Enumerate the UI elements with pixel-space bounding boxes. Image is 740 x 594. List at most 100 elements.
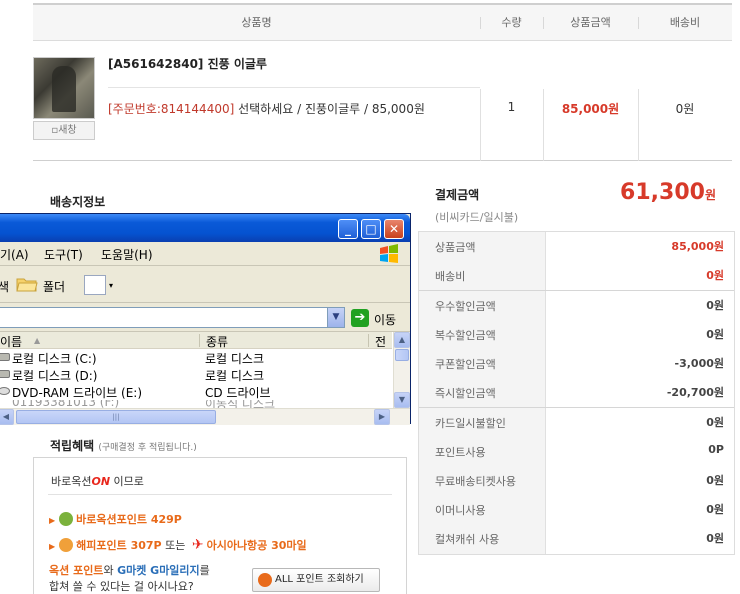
rewards-title-text: 적립혜택 [50, 439, 95, 453]
shipping-info-title: 배송지정보 [50, 195, 106, 209]
breakdown-row: 복수할인금액 0원 [419, 320, 734, 349]
product-thumbnail[interactable] [33, 57, 95, 119]
chevron-down-icon[interactable]: ▼ [327, 308, 344, 327]
brand-on: ON [91, 475, 111, 488]
explorer-window[interactable]: _ □ ✕ 기(A) 도구(T) 도움말(H) 색 폴더 ▾ ▼ ➔ 이동 이름… [0, 213, 411, 425]
asiana-miles: 아시아나항공 30마일 [206, 539, 307, 552]
scroll-up-icon[interactable]: ▲ [394, 332, 410, 348]
go-arrow-icon[interactable]: ➔ [351, 309, 369, 327]
scroll-left-icon[interactable]: ◀ [0, 409, 14, 425]
go-button[interactable]: 이동 [374, 311, 396, 328]
dvd-icon [0, 387, 10, 395]
row-label: 무료배송티켓사용 [435, 475, 516, 488]
row-value: 0원 [706, 416, 724, 429]
item-type: 로컬 디스크 [205, 369, 265, 383]
divider [108, 87, 480, 88]
order-table: 상품명 수량 상품금액 배송비 ▫새창 [A561642840] 진풍 이글루 … [33, 3, 732, 161]
view-grid-icon[interactable] [84, 275, 106, 295]
minimize-button[interactable]: _ [338, 219, 358, 239]
divider [368, 334, 369, 347]
points-note: 옥션 포인트와 G마켓 G마일리지를 합쳐 쓸 수 있다는 걸 아시나요? [49, 563, 210, 594]
airplane-icon: ✈ [191, 537, 204, 553]
chevron-down-icon[interactable]: ▾ [109, 281, 113, 290]
row-value: -20,700원 [666, 386, 724, 399]
payment-method: (비씨카드/일시불) [435, 211, 519, 224]
note-auction: 옥션 포인트 [49, 564, 104, 577]
row-value: 0원 [706, 299, 724, 312]
table-header: 상품명 수량 상품금액 배송비 [33, 5, 732, 41]
vertical-scrollbar[interactable]: ▲ ▼ [393, 332, 410, 408]
list-item[interactable]: DVD-RAM 드라이브 (E:) CD 드라이브 [0, 383, 392, 400]
divider [48, 494, 392, 495]
breakdown-row: 이머니사용 0원 [419, 495, 734, 524]
product-name[interactable]: [A561642840] 진풍 이글루 [108, 55, 267, 72]
table-row: ▫새창 [A561642840] 진풍 이글루 [주문번호:814144400]… [33, 41, 732, 161]
maximize-button[interactable]: □ [361, 219, 381, 239]
file-list: 이름 ▲ 종류 전 로컬 디스크 (C:) 로컬 디스크 로컬 디스크 (D:) 로… [0, 332, 410, 425]
scroll-right-icon[interactable]: ▶ [374, 409, 390, 425]
item-type: 로컬 디스크 [205, 352, 265, 366]
total-unit: 원 [704, 188, 716, 202]
item-name: DVD-RAM 드라이브 (E:) [12, 386, 143, 400]
reward-points: 바로옥션포인트 429P [76, 513, 182, 526]
breakdown-row: 즉시할인금액 -20,700원 [419, 378, 734, 407]
windows-logo-icon [380, 244, 398, 263]
order-info: [주문번호:814144400] 선택하세요 / 진풍이글루 / 85,000원 [108, 100, 425, 117]
item-type: 이동식 디스크 [205, 400, 276, 408]
payment-total: 61,300원 [620, 180, 716, 205]
col-quantity: 수량 [501, 16, 522, 29]
bullet-icon: ▶ [49, 516, 56, 525]
note-line2: 합쳐 쓸 수 있다는 걸 아시나요? [49, 580, 194, 593]
bullet-icon: ▶ [49, 542, 56, 551]
row-label: 이머니사용 [435, 504, 486, 517]
menu-bar: 기(A) 도구(T) 도움말(H) [0, 242, 410, 266]
item-type: CD 드라이브 [205, 386, 271, 400]
window-titlebar[interactable]: _ □ ✕ [0, 214, 410, 242]
reward-line-points: ▶ 바로옥션포인트 429P [49, 511, 182, 527]
menu-favorites[interactable]: 기(A) [0, 246, 29, 263]
all-points-button[interactable]: ALL 포인트 조회하기 [252, 568, 380, 592]
folder-icon[interactable] [16, 275, 38, 293]
horizontal-scrollbar[interactable]: ◀ ||| ▶ [0, 408, 410, 425]
toolbar: 색 폴더 ▾ [0, 267, 410, 303]
row-value: 0원 [706, 269, 724, 282]
menu-help[interactable]: 도움말(H) [101, 246, 153, 263]
drive-icon [0, 353, 10, 361]
row-label: 카드일시불할인 [435, 417, 506, 430]
row-label: 우수할인금액 [435, 300, 496, 313]
row-value: -3,000원 [674, 357, 724, 370]
folders-button[interactable]: 폴더 [43, 278, 65, 295]
col-type[interactable]: 종류 [206, 333, 228, 350]
acorn-icon [59, 512, 74, 526]
row-value: 0원 [706, 474, 724, 487]
note-and: 와 [103, 564, 118, 577]
breakdown-row: 무료배송티켓사용 0원 [419, 466, 734, 495]
scroll-thumb[interactable]: ||| [16, 410, 216, 424]
menu-tools[interactable]: 도구(T) [44, 246, 83, 263]
list-item[interactable]: 로컬 디스크 (C:) 로컬 디스크 [0, 349, 392, 366]
search-button[interactable]: 색 [0, 278, 9, 295]
scroll-thumb[interactable] [395, 349, 409, 361]
col-size[interactable]: 전 [375, 333, 386, 350]
breakdown-row: 쿠폰할인금액 -3,000원 [419, 349, 734, 378]
or-text: 또는 [161, 539, 189, 552]
row-label: 복수할인금액 [435, 329, 496, 342]
address-bar: ▼ ➔ 이동 [0, 304, 410, 332]
brand-name: 바로옥션 [51, 475, 92, 488]
brand-line: 바로옥션ON 이므로 [51, 473, 144, 489]
shipping-fee-value: 0원 [675, 102, 695, 116]
row-value: 85,000원 [671, 240, 724, 253]
rewards-title-note: (구매결정 후 적립됩니다.) [98, 443, 197, 453]
scroll-down-icon[interactable]: ▼ [394, 392, 410, 408]
row-label: 배송비 [435, 270, 466, 283]
address-input[interactable]: ▼ [0, 307, 345, 328]
row-value: 0원 [706, 503, 724, 516]
list-item[interactable]: 01193381013 (F:) 이동식 디스크 [0, 400, 392, 408]
col-name[interactable]: 이름 [0, 333, 22, 350]
close-button[interactable]: ✕ [384, 219, 404, 239]
new-window-label: 새창 [58, 125, 77, 136]
list-item[interactable]: 로컬 디스크 (D:) 로컬 디스크 [0, 366, 392, 383]
order-number: [주문번호:814144400] [108, 102, 235, 116]
new-window-button[interactable]: ▫새창 [33, 121, 95, 140]
row-label: 즉시할인금액 [435, 387, 496, 400]
